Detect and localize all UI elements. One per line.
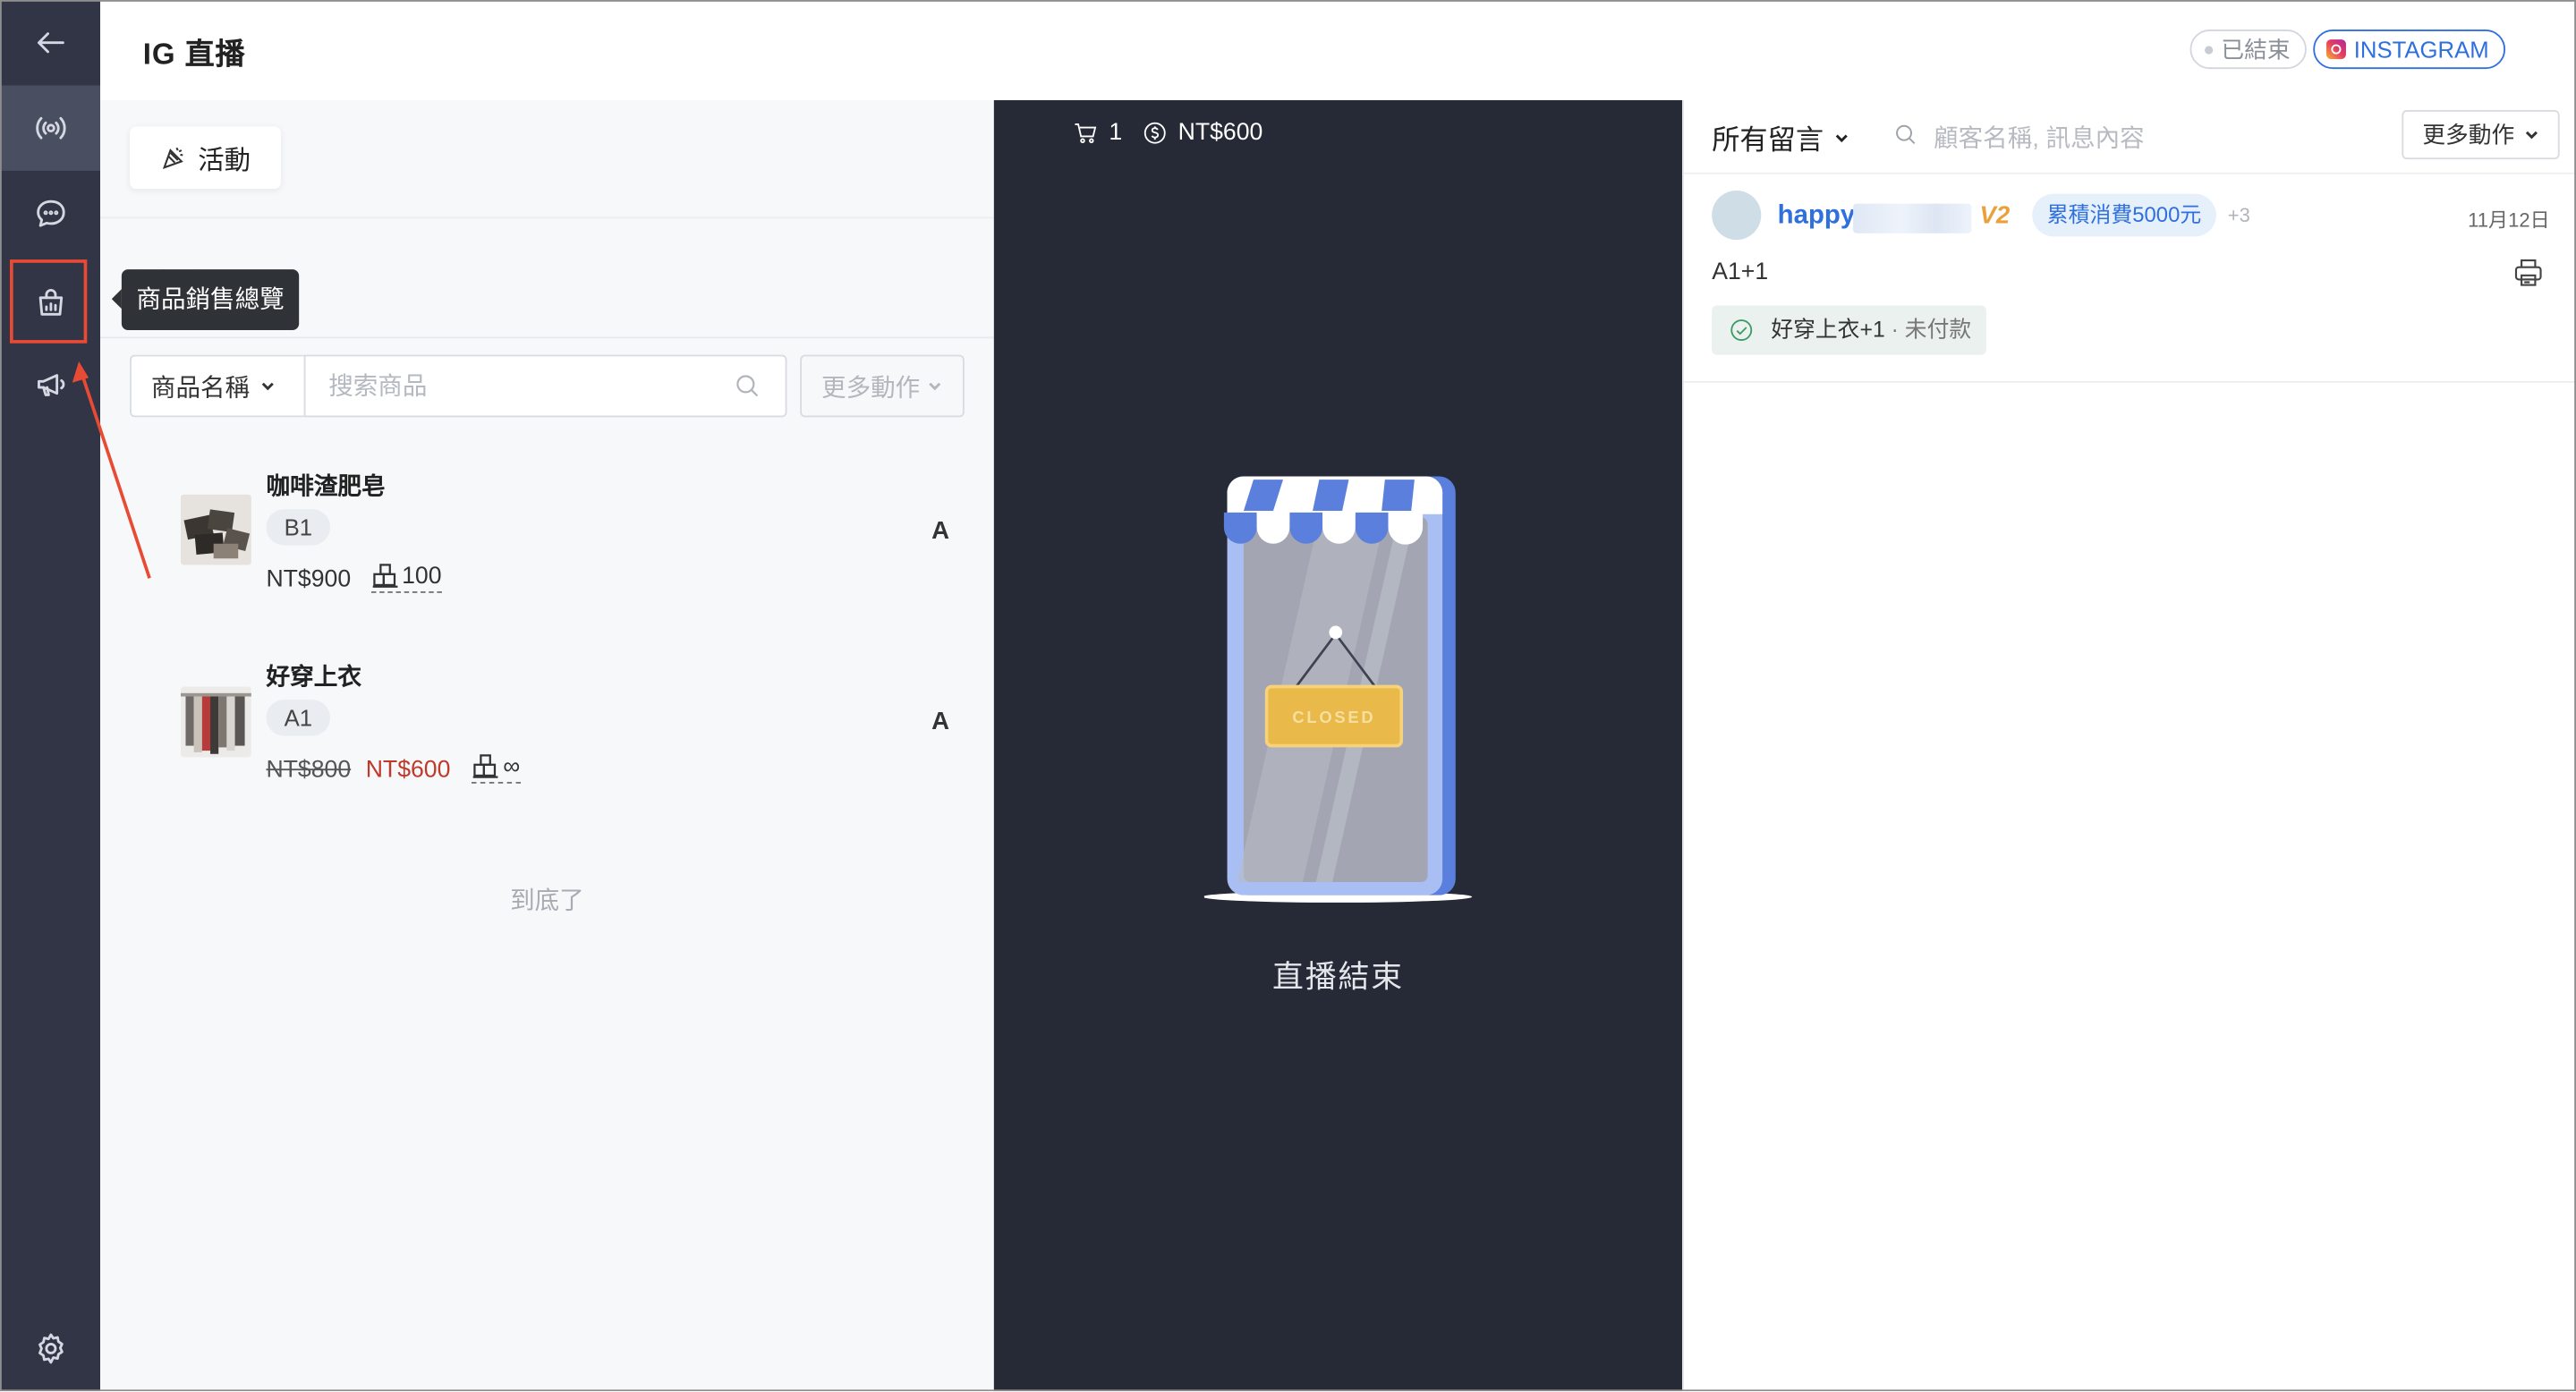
dollar-circle-icon [1143, 122, 1166, 144]
list-end-text: 到底了 [510, 887, 584, 915]
platform-badge[interactable]: INSTAGRAM [2312, 30, 2506, 70]
cart-icon [1075, 123, 1097, 144]
rail-item-settings[interactable] [0, 1306, 100, 1391]
printer-icon[interactable] [2512, 256, 2545, 289]
comment-date: 11月12日 [2468, 208, 2550, 232]
customer-tag-badge: 累積消費5000元 [2032, 193, 2216, 237]
comment-item[interactable]: happy V2 累積消費5000元 +3 11月12日 A1+1 好穿上衣+1… [1684, 174, 2576, 383]
check-circle-icon [1730, 319, 1753, 341]
avatar[interactable] [1712, 190, 1762, 241]
top-header: IG 直播 已結束 INSTAGRAM [100, 0, 2576, 102]
product-more-actions-button[interactable]: 更多動作 [800, 354, 965, 418]
cart-count: 1 [1109, 120, 1123, 147]
closed-shop-illustration: CLOSED [1203, 476, 1473, 903]
product-stock[interactable]: 100 [370, 562, 442, 593]
comment-filter-label: 所有留言 [1712, 124, 1824, 157]
more-tags-count[interactable]: +3 [2228, 204, 2250, 227]
stream-status-badge: 已結束 [2189, 30, 2307, 70]
comment-search-input[interactable] [1930, 115, 2365, 161]
stream-status-text: 直播結束 [1272, 961, 1404, 996]
order-item-text: 好穿上衣+1 [1771, 317, 1885, 342]
order-status-chip[interactable]: 好穿上衣+1 · 未付款 [1712, 305, 1986, 355]
stream-panel: 1 NT$600 CLOSED 直播結束 [993, 100, 1683, 1392]
stream-stats: 1 NT$600 [1073, 120, 1262, 146]
product-grade: A [931, 708, 949, 736]
product-sale-price: NT$600 [365, 757, 451, 784]
redacted-username [1853, 203, 1972, 233]
chevron-down-icon [1835, 133, 1848, 142]
order-payment-status: 未付款 [1904, 317, 1972, 342]
product-stock-value: 100 [402, 563, 442, 590]
comment-more-actions-button[interactable]: 更多動作 [2402, 110, 2560, 160]
product-name: 好穿上衣 [266, 665, 361, 692]
inventory-icon [371, 564, 397, 588]
comment-filter-dropdown[interactable]: 所有留言 [1712, 116, 1849, 157]
product-search-input[interactable] [325, 356, 727, 416]
product-grade: A [931, 517, 949, 546]
comments-toolbar: 所有留言 更多動作 [1684, 100, 2576, 174]
vip-level-badge: V2 [1979, 201, 2011, 231]
closed-sign-text: CLOSED [1292, 708, 1375, 726]
settings-gear-icon [38, 1333, 63, 1364]
comment-message: A1+1 [1712, 259, 1769, 286]
comment-username[interactable]: happy [1778, 202, 1856, 232]
sales-total: NT$600 [1177, 120, 1263, 147]
product-original-price: NT$800 [266, 757, 352, 784]
search-icon [1896, 124, 1916, 145]
annotation-arrow [72, 361, 151, 579]
product-thumbnail [180, 686, 251, 758]
chevron-down-icon [2524, 131, 2538, 140]
comment-more-actions-label: 更多動作 [2422, 121, 2515, 149]
instagram-icon [2325, 39, 2346, 60]
comments-panel: 所有留言 更多動作 happy V2 累積消費5000元 +3 11月12日 A… [1682, 100, 2576, 1392]
chevron-down-icon [929, 382, 941, 391]
product-search-box [303, 354, 787, 418]
inventory-icon [473, 754, 498, 778]
product-row[interactable]: 好穿上衣 A1 NT$800 NT$600 ∞ A [100, 636, 994, 817]
product-more-actions-label: 更多動作 [821, 373, 921, 402]
product-meta: NT$800 NT$600 ∞ [266, 752, 521, 784]
search-icon[interactable] [733, 371, 762, 401]
product-code: A1 [266, 700, 331, 736]
product-stock[interactable]: ∞ [472, 752, 521, 784]
platform-badge-label: INSTAGRAM [2353, 36, 2489, 63]
product-stock-value: ∞ [503, 753, 521, 781]
